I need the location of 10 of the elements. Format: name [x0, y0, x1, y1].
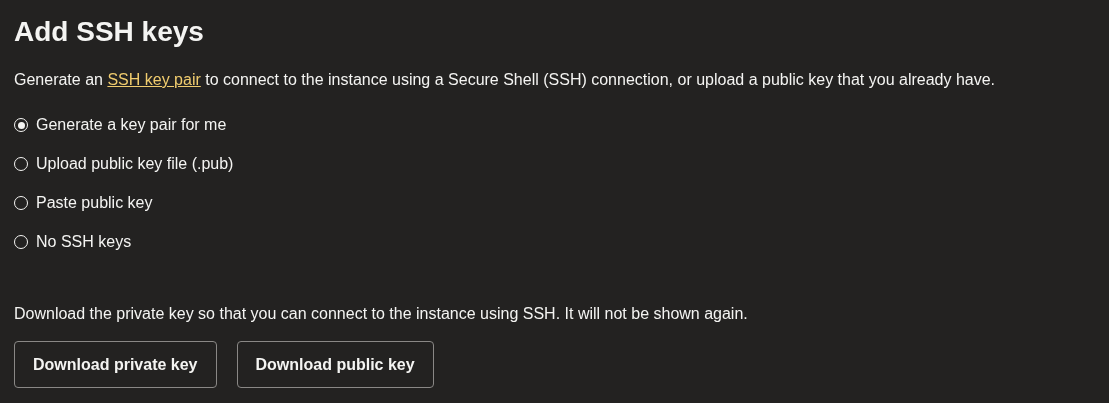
page-title: Add SSH keys: [14, 15, 204, 49]
note-text: Download the private key so that you can connect to the instance using SSH. It will not be shown again.: [14, 304, 748, 324]
description-text: Generate an SSH key pair to connect to the instance using a Secure Shell (SSH) connection, or upload a public key that you already have.: [14, 70, 996, 90]
radio-option[interactable]: Generate a key pair for me: [14, 114, 227, 136]
download-button[interactable]: Download private key: [14, 341, 217, 388]
radio-option[interactable]: No SSH keys: [14, 231, 132, 253]
download-button[interactable]: Download public key: [236, 341, 434, 388]
ssh-key-pair-link[interactable]: SSH key pair: [107, 71, 201, 88]
radio-option[interactable]: Upload public key file (.pub): [14, 153, 234, 175]
radio-option[interactable]: Paste public key: [14, 192, 153, 214]
